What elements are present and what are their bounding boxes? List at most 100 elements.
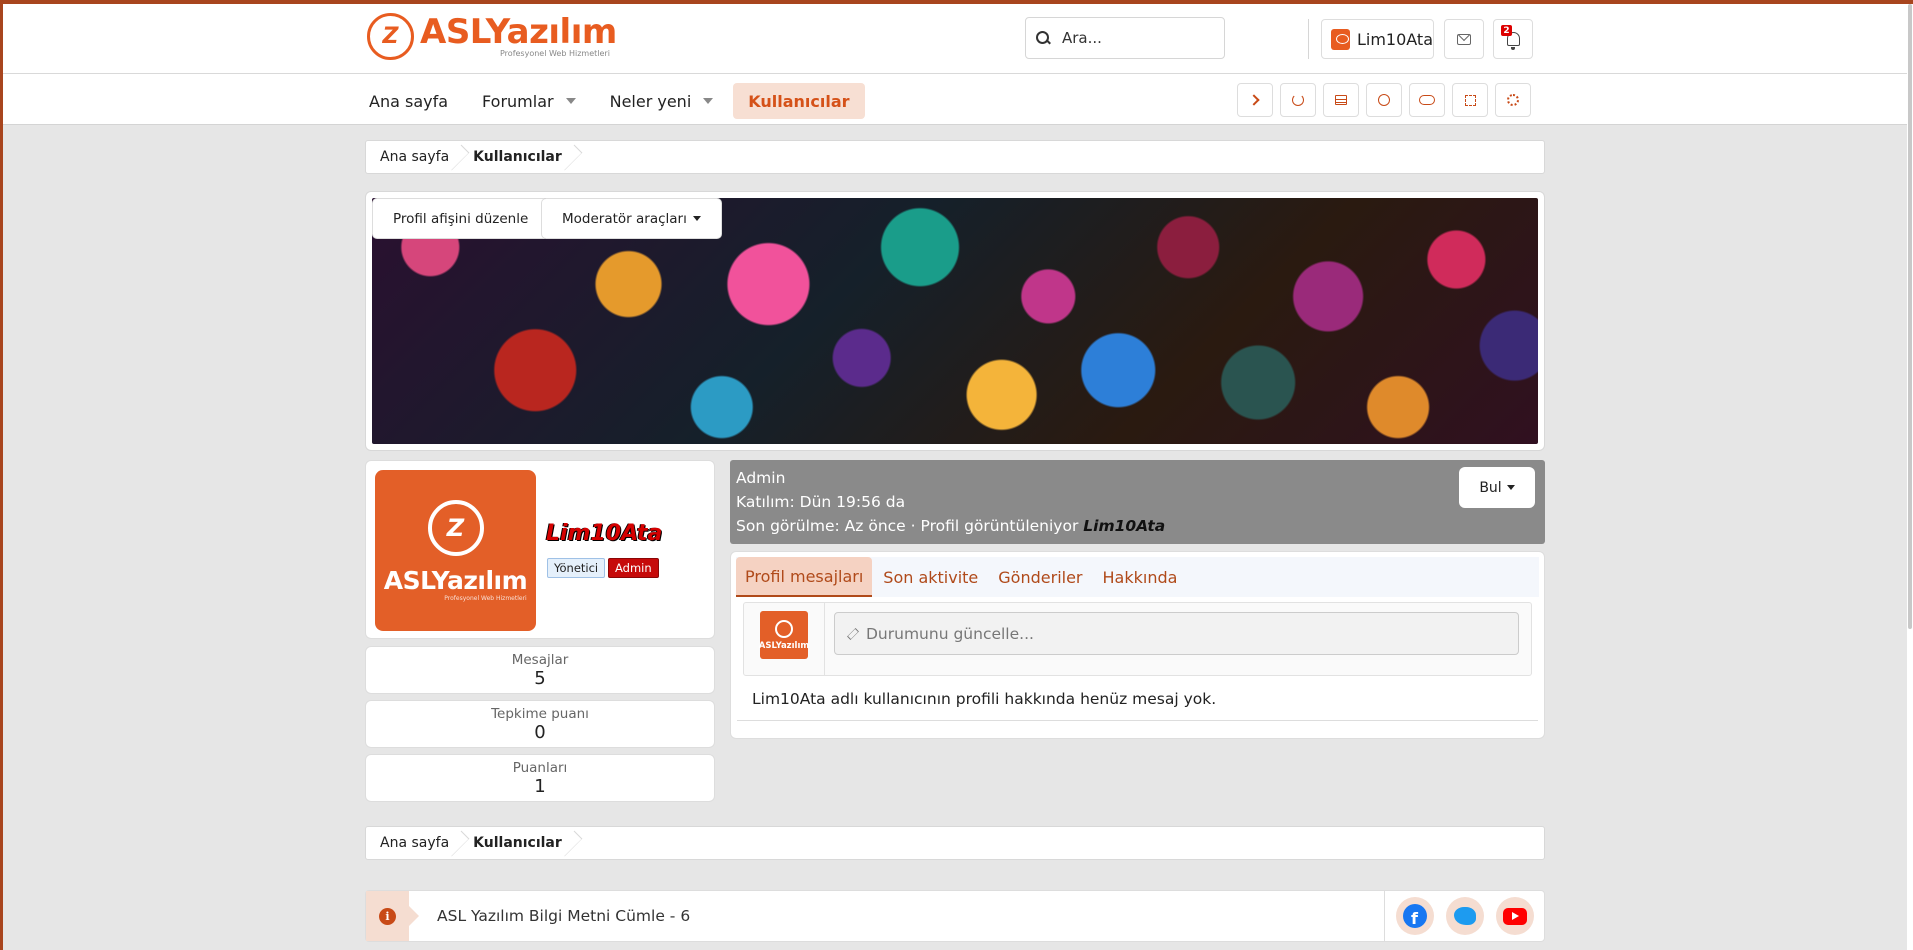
moderator-tools-button[interactable]: Moderatör araçları: [541, 198, 722, 239]
breadcrumb: Ana sayfa Kullanıcılar: [365, 140, 1545, 174]
tool-next-button[interactable]: [1237, 83, 1273, 117]
breadcrumb-label: Ana sayfa: [380, 835, 450, 851]
gear-icon: [1507, 94, 1519, 106]
nav-item-home[interactable]: Ana sayfa: [361, 83, 456, 119]
status-placeholder: Durumunu güncelle...: [866, 624, 1034, 643]
stat-value: 1: [534, 775, 546, 797]
last-seen-text: Son görülme: Az önce · Profil görüntülen…: [736, 517, 1079, 535]
facebook-link[interactable]: f: [1395, 897, 1434, 935]
logo-mark-icon: [775, 619, 793, 638]
stat-value: 5: [534, 667, 546, 689]
site-header: [3, 4, 1907, 125]
youtube-link[interactable]: [1495, 897, 1534, 935]
main-nav: Ana sayfa Forumlar Neler yeni Kullanıcıl…: [361, 83, 883, 119]
social-links: f: [1384, 891, 1544, 941]
nav-item-members[interactable]: Kullanıcılar: [733, 83, 865, 119]
tool-palette-button[interactable]: [1366, 83, 1402, 117]
avatar: [1331, 28, 1350, 50]
account-menu-button[interactable]: Lim10Ata: [1321, 19, 1434, 59]
user-banner-admin: Admin: [608, 558, 659, 578]
moderator-tools-label: Moderatör araçları: [562, 210, 687, 227]
stat-reaction-score: Tepkime puanı 0: [365, 700, 715, 748]
avatar-tagline: Profesyonel Web Hizmetleri: [444, 594, 527, 602]
breadcrumb-current[interactable]: Kullanıcılar: [463, 827, 576, 859]
site-logo[interactable]: Z ASLYazılım Profesyonel Web Hizmetleri: [367, 13, 617, 60]
info-icon: i: [379, 907, 396, 925]
breadcrumb-current[interactable]: Kullanıcılar: [463, 141, 576, 173]
search-input[interactable]: Ara...: [1025, 17, 1225, 59]
pencil-icon: [847, 627, 859, 640]
stat-value: 0: [534, 721, 546, 743]
chevron-down-icon[interactable]: [565, 98, 576, 104]
stat-messages[interactable]: Mesajlar 5: [365, 646, 715, 694]
status-input[interactable]: Durumunu güncelle...: [834, 612, 1519, 655]
alerts-badge: 2: [1501, 25, 1512, 36]
chevron-down-icon[interactable]: [703, 98, 714, 104]
status-divider: [824, 603, 825, 675]
stat-label: Mesajlar: [511, 651, 569, 668]
stat-label: Puanları: [512, 759, 568, 776]
tool-theme-toggle[interactable]: [1409, 83, 1445, 117]
nav-item-label: Ana sayfa: [369, 91, 449, 111]
tab-postings[interactable]: Gönderiler: [989, 557, 1091, 597]
search-placeholder: Ara...: [1062, 29, 1102, 47]
breadcrumb: Ana sayfa Kullanıcılar: [365, 826, 1545, 860]
logo-mark-icon: Z: [367, 13, 414, 60]
stat-points[interactable]: Puanları 1: [365, 754, 715, 802]
profile-content: Profil mesajları Son aktivite Gönderiler…: [730, 551, 1545, 739]
breadcrumb-label: Ana sayfa: [380, 149, 450, 165]
logo-tagline: Profesyonel Web Hizmetleri: [500, 49, 610, 58]
profile-username[interactable]: Lim10Ata: [546, 521, 662, 546]
tab-latest-activity[interactable]: Son aktivite: [874, 557, 987, 597]
nav-item-forums[interactable]: Forumlar: [474, 83, 584, 119]
breadcrumb-label: Kullanıcılar: [473, 149, 562, 165]
conversations-button[interactable]: [1444, 19, 1484, 59]
tab-profile-posts[interactable]: Profil mesajları: [736, 557, 873, 597]
scrollbar-thumb[interactable]: [1908, 4, 1912, 629]
nav-item-label: Neler yeni: [609, 91, 692, 111]
edit-cover-button[interactable]: Profil afişini düzenle: [372, 198, 550, 239]
profile-last-seen: Son görülme: Az önce · Profil görüntülen…: [736, 514, 1539, 538]
edit-cover-label: Profil afişini düzenle: [393, 210, 529, 227]
expand-icon: [1464, 94, 1476, 106]
logo-text: ASLYazılım: [420, 15, 617, 49]
notice-icon-box: i: [366, 891, 419, 941]
twitter-link[interactable]: [1445, 897, 1484, 935]
notice-text: ASL Yazılım Bilgi Metni Cümle - 6: [437, 907, 691, 925]
chevron-right-icon: [1247, 94, 1260, 106]
facebook-icon: f: [1402, 904, 1427, 928]
tool-layout-button[interactable]: [1323, 83, 1359, 117]
breadcrumb-home[interactable]: Ana sayfa: [366, 141, 463, 173]
find-label: Bul: [1479, 479, 1502, 496]
toggle-icon: [1419, 95, 1435, 105]
tool-settings-button[interactable]: [1495, 83, 1531, 117]
avatar-brand: ASLYazılım: [758, 640, 810, 651]
envelope-icon: [1457, 33, 1471, 45]
logo-text-part2: Yazılım: [485, 12, 618, 52]
avatar: ASLYazılım: [758, 611, 810, 659]
header-divider: [3, 73, 1907, 74]
nav-bottom-border: [3, 124, 1907, 125]
tool-fullwidth-button[interactable]: [1452, 83, 1488, 117]
alerts-button[interactable]: 2: [1493, 19, 1533, 59]
tool-reset-button[interactable]: [1280, 83, 1316, 117]
tab-about[interactable]: Hakkında: [1094, 557, 1187, 597]
page-scrollbar[interactable]: [1907, 4, 1913, 950]
nav-item-label: Kullanıcılar: [748, 91, 850, 111]
nav-item-whats-new[interactable]: Neler yeni: [602, 83, 722, 119]
nav-item-label: Forumlar: [482, 91, 554, 111]
breadcrumb-home[interactable]: Ana sayfa: [366, 827, 463, 859]
account-username: Lim10Ata: [1356, 29, 1433, 49]
breadcrumb-label: Kullanıcılar: [473, 835, 562, 851]
find-button[interactable]: Bul: [1459, 467, 1535, 508]
status-update-box: ASLYazılım Durumunu güncelle...: [743, 602, 1532, 676]
caret-down-icon: [692, 216, 701, 221]
last-seen-user[interactable]: Lim10Ata: [1083, 517, 1165, 535]
avatar[interactable]: Z ASLYazılım Profesyonel Web Hizmetleri: [375, 470, 536, 631]
logo-mark-icon: Z: [427, 499, 484, 556]
window-left-border: [0, 0, 3, 950]
user-banner-staff: Yönetici: [547, 558, 606, 578]
info-notice: i ASL Yazılım Bilgi Metni Cümle - 6 f: [365, 890, 1545, 942]
profile-joined: Katılım: Dün 19:56 da: [736, 493, 906, 511]
profile-cover: Profil afişini düzenle Moderatör araçlar…: [365, 191, 1545, 451]
